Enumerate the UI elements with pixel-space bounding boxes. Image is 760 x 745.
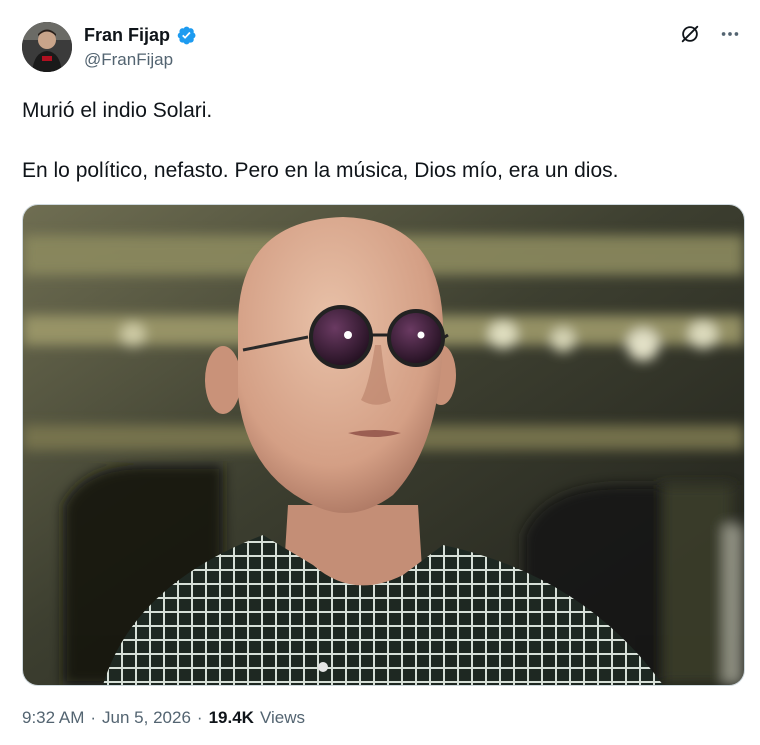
author-name-row: Fran Fijap: [84, 24, 197, 46]
tweet-text: Murió el indio Solari. En lo político, n…: [22, 96, 738, 186]
tweet-top-actions: [678, 22, 742, 46]
tweet-photo[interactable]: [22, 204, 745, 686]
more-icon[interactable]: [718, 22, 742, 46]
tweet-meta: 9:32 AM · Jun 5, 2026 · 19.4K Views: [22, 708, 305, 728]
avatar[interactable]: [22, 22, 72, 72]
tweet-time[interactable]: 9:32 AM: [22, 708, 84, 728]
portrait-photo: [23, 205, 744, 685]
meta-separator: ·: [196, 708, 203, 727]
views-label: Views: [259, 708, 305, 727]
tweet-text-line-2: En lo político, nefasto. Pero en la músi…: [22, 159, 619, 182]
meta-separator: ·: [90, 708, 97, 727]
verified-badge-icon: [176, 25, 197, 46]
tweet-date[interactable]: Jun 5, 2026: [102, 708, 191, 728]
author-handle[interactable]: @FranFijap: [84, 50, 173, 70]
grok-icon[interactable]: [678, 22, 702, 46]
tweet-card: Fran Fijap @FranFijap Murió el indio Sol…: [0, 0, 760, 745]
display-name[interactable]: Fran Fijap: [84, 24, 170, 46]
views-count[interactable]: 19.4K: [209, 708, 254, 728]
avatar-image: [22, 22, 72, 72]
tweet-text-line-1: Murió el indio Solari.: [22, 99, 213, 122]
